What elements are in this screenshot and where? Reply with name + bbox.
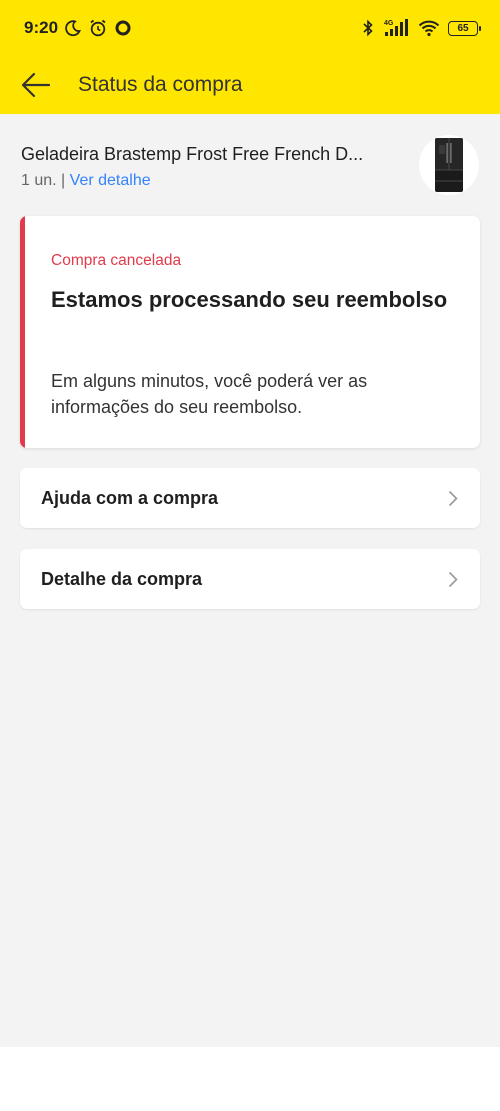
- refrigerator-image: [435, 138, 463, 192]
- ring-icon: [114, 19, 132, 37]
- product-summary: Geladeira Brastemp Frost Free French D..…: [0, 114, 500, 195]
- product-meta: 1 un. | Ver detalhe: [21, 172, 151, 190]
- help-with-purchase-button[interactable]: Ajuda com a compra: [20, 468, 480, 528]
- app-bar: Status da compra: [0, 56, 500, 114]
- battery-indicator: 65: [448, 20, 481, 36]
- view-details-link[interactable]: Ver detalhe: [70, 172, 151, 189]
- back-button[interactable]: [1, 56, 71, 114]
- action-label: Detalhe da compra: [41, 568, 203, 589]
- svg-text:4G: 4G: [384, 20, 394, 27]
- clock-time: 9:20: [24, 18, 59, 37]
- moon-icon: [64, 19, 82, 37]
- chevron-right-icon: [448, 490, 458, 506]
- action-label: Ajuda com a compra: [41, 487, 219, 508]
- status-title: Estamos processando seu reembolso: [51, 287, 448, 312]
- product-quantity: 1 un.: [21, 172, 57, 189]
- status-bar: 9:20 4G 65: [0, 0, 500, 56]
- status-accent-bar: [20, 216, 25, 448]
- status-bar-right: 4G 65: [362, 18, 481, 38]
- alarm-icon: [88, 18, 108, 38]
- top-bar: 9:20 4G 65 Status da compra: [0, 0, 500, 114]
- purchase-details-button[interactable]: Detalhe da compra: [20, 549, 480, 609]
- page-title: Status da compra: [78, 73, 243, 96]
- status-bar-left: 9:20: [24, 18, 132, 38]
- wifi-icon: [418, 19, 440, 37]
- product-name: Geladeira Brastemp Frost Free French D..…: [21, 144, 364, 164]
- cellular-signal-icon: 4G: [382, 18, 410, 38]
- arrow-left-icon: [21, 72, 51, 98]
- status-label: Compra cancelada: [51, 252, 182, 269]
- status-description: Em alguns minutos, você poderá ver as in…: [51, 371, 368, 417]
- purchase-status-card: Compra cancelada Estamos processando seu…: [20, 216, 480, 448]
- navigation-bar-area: [0, 1047, 500, 1111]
- bluetooth-icon: [362, 19, 374, 37]
- chevron-right-icon: [448, 571, 458, 587]
- meta-separator: |: [61, 172, 66, 189]
- product-thumbnail[interactable]: [419, 135, 479, 195]
